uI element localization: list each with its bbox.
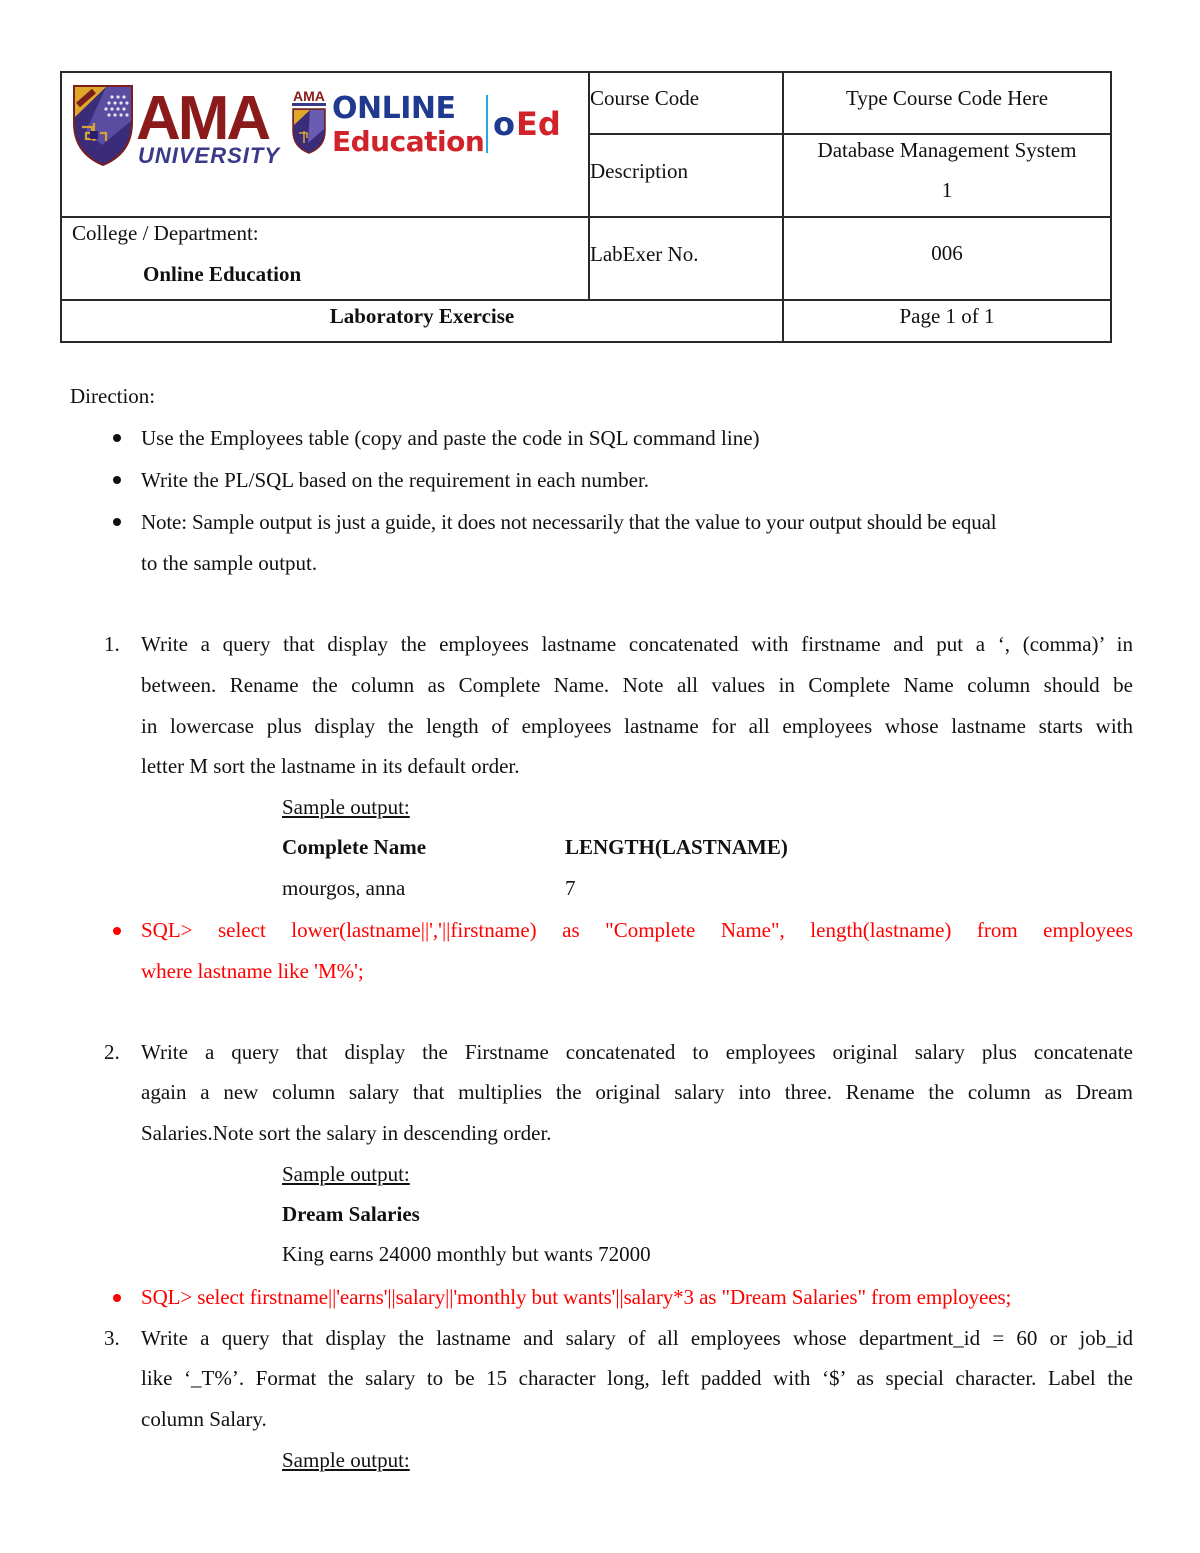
question-text-line: Salaries.Note sort the salary in descend…	[141, 1121, 552, 1145]
question-text-line: Write a query that display the lastname …	[141, 1326, 1133, 1350]
sql-answer-line: SQL> select firstname||'earns'||salary||…	[141, 1285, 1012, 1309]
ama-shield-icon	[73, 85, 133, 167]
ama-badge-icon: AMA	[292, 88, 326, 154]
labexer-label: LabExer No.	[590, 242, 699, 266]
question-number: 2.	[104, 1040, 120, 1064]
ama-university-logo: AMA UNIVERSITY	[73, 84, 281, 168]
sample-header-complete-name: Complete Name	[282, 835, 427, 859]
sample-cell: King earns 24000 monthly but wants 72000	[282, 1242, 651, 1266]
labexer-value-cell: 006	[782, 216, 1112, 301]
direction-item: Note: Sample output is just a guide, it …	[141, 510, 997, 534]
document-header-table: AMA UNIVERSITY AMA ONLINE Education o Ed	[60, 71, 1112, 343]
online-education-logo: AMA ONLINE Education o Ed	[292, 88, 561, 158]
course-code-label: Course Code	[590, 86, 700, 110]
bullet-icon	[113, 1294, 121, 1302]
sample-output-label: Sample output:	[282, 795, 410, 819]
college-cell: College / Department: Online Education	[60, 216, 590, 301]
sample-output-label: Sample output:	[282, 1162, 410, 1186]
bullet-icon	[113, 927, 121, 935]
logo-cell: AMA UNIVERSITY AMA ONLINE Education o Ed	[60, 71, 590, 218]
oed-ed: Ed	[516, 105, 561, 143]
college-label: College / Department:	[72, 221, 259, 245]
bullet-icon	[113, 476, 121, 484]
course-code-value-cell: Type Course Code Here	[782, 71, 1112, 135]
svg-text:ONLINE: ONLINE	[332, 91, 456, 126]
sql-answer-line: SQL> select lower(lastname||','||firstna…	[141, 918, 1133, 942]
question-number: 3.	[104, 1326, 120, 1350]
course-code-label-cell: Course Code	[588, 71, 784, 135]
oed-o: o	[493, 105, 515, 143]
sample-output-label: Sample output:	[282, 1448, 410, 1472]
logo-divider	[486, 95, 488, 153]
description-label-cell: Description	[588, 133, 784, 218]
bullet-icon	[113, 518, 121, 526]
bullet-icon	[113, 434, 121, 442]
question-text-line: between. Rename the column as Complete N…	[141, 673, 1133, 697]
college-value: Online Education	[143, 262, 302, 286]
document-title: Laboratory Exercise	[329, 304, 515, 328]
direction-label: Direction:	[70, 384, 156, 408]
sql-answer-line: where lastname like 'M%';	[141, 959, 364, 983]
sample-cell: mourgos, anna	[282, 876, 406, 900]
labexer-value: 006	[931, 241, 963, 265]
direction-item: Use the Employees table (copy and paste …	[141, 426, 760, 450]
description-value-cell: Database Management System 1	[782, 133, 1112, 218]
svg-text:UNIVERSITY: UNIVERSITY	[138, 143, 281, 168]
question-text-line: letter M sort the lastname in its defaul…	[141, 754, 520, 778]
question-number: 1.	[104, 632, 120, 656]
description-label: Description	[590, 159, 688, 183]
svg-text:Education: Education	[332, 125, 484, 158]
course-code-value: Type Course Code Here	[845, 86, 1049, 110]
description-value-line2: 1	[941, 178, 953, 202]
question-text-line: in lowercase plus display the length of …	[141, 714, 1133, 738]
description-value-line1: Database Management System	[817, 138, 1077, 162]
svg-text:AMA: AMA	[293, 88, 325, 104]
page-indicator: Page 1 of 1	[899, 304, 995, 328]
direction-item-continued: to the sample output.	[141, 551, 318, 575]
question-text-line: column Salary.	[141, 1407, 267, 1431]
sample-header-length: LENGTH(LASTNAME)	[565, 835, 788, 859]
direction-item: Write the PL/SQL based on the requiremen…	[141, 468, 650, 492]
sample-header-dream-salaries: Dream Salaries	[282, 1202, 420, 1226]
labexer-label-cell: LabExer No.	[588, 216, 784, 301]
title-cell: Laboratory Exercise	[60, 299, 784, 343]
page-cell: Page 1 of 1	[782, 299, 1112, 343]
question-text-line: Write a query that display the Firstname…	[141, 1040, 1133, 1064]
question-text-line: again a new column salary that multiplie…	[141, 1080, 1133, 1104]
question-text-line: like ‘_T%’. Format the salary to be 15 c…	[141, 1366, 1133, 1390]
question-text-line: Write a query that display the employees…	[141, 632, 1133, 656]
sample-cell: 7	[565, 876, 576, 900]
